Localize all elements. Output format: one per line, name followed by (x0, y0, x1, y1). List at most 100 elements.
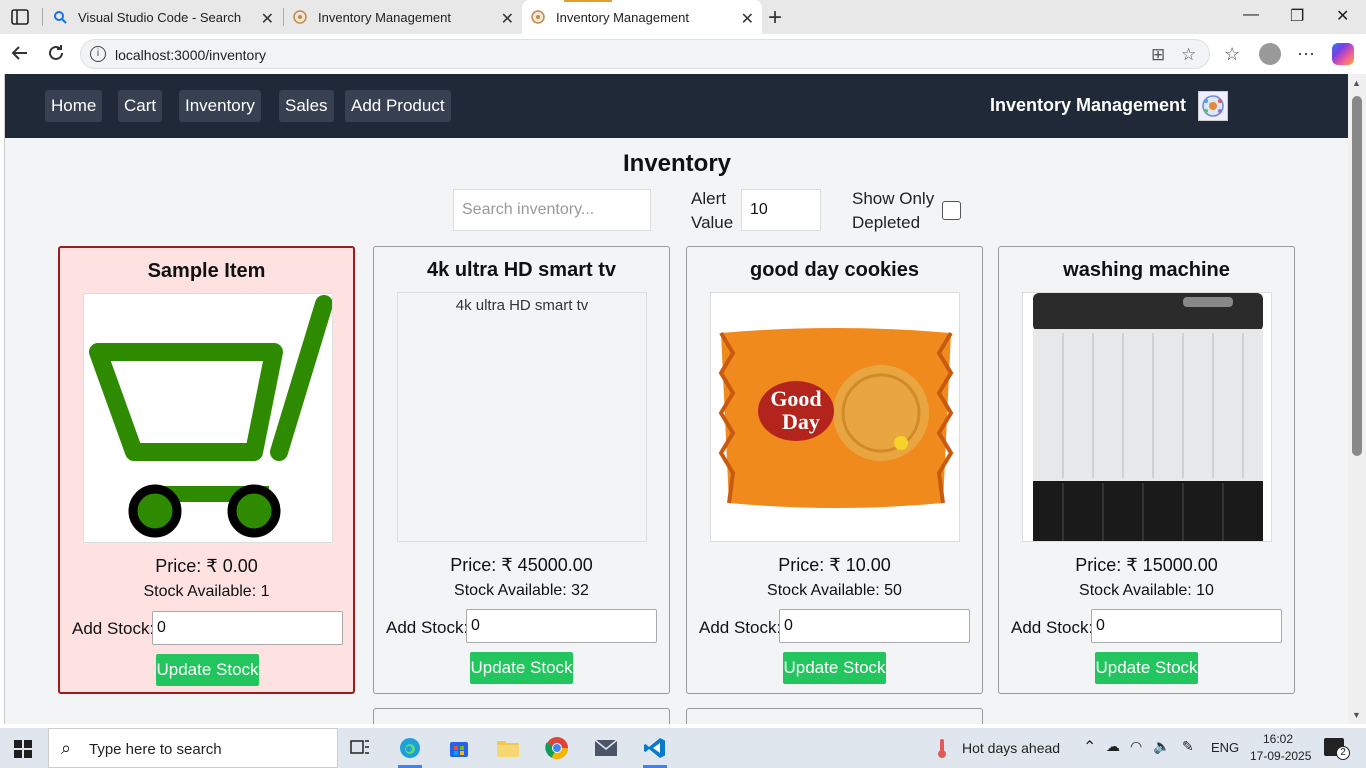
network-icon[interactable]: ◠ (1130, 738, 1142, 755)
favorite-star-icon[interactable]: ☆ (1181, 45, 1196, 65)
close-tab-icon[interactable]: ✕ (501, 9, 514, 29)
minimize-icon[interactable]: — (1243, 6, 1259, 24)
page-title: Inventory (622, 150, 732, 177)
pen-icon[interactable]: ✎ (1182, 738, 1194, 755)
app-navbar: Home Cart Inventory Sales Add Product In… (5, 74, 1348, 138)
close-tab-icon[interactable]: ✕ (741, 9, 754, 29)
update-stock-button[interactable]: Update Stock (156, 654, 259, 686)
search-icon: ⌕ (61, 738, 72, 758)
tab-title: Inventory Management (556, 9, 689, 25)
biscuit-pack-image: Good Day (718, 328, 954, 508)
edge-browser-icon[interactable] (396, 734, 424, 768)
site-info-icon[interactable]: i (90, 46, 106, 62)
store-icon[interactable] (445, 734, 473, 762)
nav-sales[interactable]: Sales (279, 90, 334, 122)
product-image (83, 293, 333, 543)
product-card: 4k ultra HD smart tv 4k ultra HD smart t… (373, 246, 670, 694)
tab-title: Visual Studio Code - Search (78, 9, 242, 25)
nav-add-product[interactable]: Add Product (345, 90, 451, 122)
scroll-down-icon[interactable]: ▼ (1352, 710, 1361, 720)
chevron-up-icon[interactable]: ⌃ (1083, 737, 1096, 757)
favorites-icon[interactable]: ☆ (1224, 44, 1240, 65)
tab-vscode-search[interactable]: Visual Studio Code - Search ✕ (44, 0, 282, 34)
refresh-icon[interactable] (46, 43, 66, 69)
restore-icon[interactable]: ❐ (1290, 6, 1304, 26)
file-explorer-icon[interactable] (494, 734, 522, 762)
add-stock-input[interactable]: 0 (152, 611, 343, 645)
product-name: Sample Item (147, 260, 266, 282)
product-name: good day cookies (750, 259, 919, 281)
add-stock-label: Add Stock: (72, 619, 155, 638)
product-image: Good Day (710, 292, 960, 542)
tab-actions-icon[interactable] (10, 7, 30, 27)
scroll-thumb[interactable] (1352, 96, 1362, 456)
page-viewport: Home Cart Inventory Sales Add Product In… (4, 74, 1348, 724)
tab-separator (42, 8, 43, 26)
brand-title: Inventory Management (990, 95, 1187, 115)
notification-count: 2 (1336, 746, 1350, 760)
product-price: Price: ₹ 10.00 (778, 555, 891, 575)
product-card: washing machine Price: ₹ 15000.00 Stock … (998, 246, 1295, 694)
onedrive-icon[interactable]: ☁ (1106, 738, 1120, 755)
tab-media-indicator (564, 0, 612, 2)
tab-inventory-1[interactable]: Inventory Management ✕ (284, 0, 522, 34)
url-field[interactable]: i localhost:3000/inventory ⊞ ☆ (80, 39, 1210, 69)
clock-time[interactable]: 16:02 (1263, 732, 1293, 746)
product-stock: Stock Available: 10 (1079, 582, 1214, 599)
add-stock-input[interactable]: 0 (466, 609, 657, 643)
mail-icon[interactable] (592, 734, 620, 762)
product-image (1022, 292, 1272, 542)
nav-inventory[interactable]: Inventory (179, 90, 261, 122)
add-stock-input[interactable]: 0 (1091, 609, 1282, 643)
tab-title: Inventory Management (318, 9, 451, 25)
weather-icon[interactable] (928, 734, 956, 762)
chrome-icon[interactable] (543, 734, 571, 762)
product-card: good day cookies Good Day Price: ₹ 10.00… (686, 246, 983, 694)
clock-date[interactable]: 17-09-2025 (1250, 749, 1311, 763)
svg-text:Good: Good (770, 386, 821, 411)
add-stock-label: Add Stock: (1011, 618, 1094, 637)
taskbar-search[interactable]: ⌕ Type here to search (48, 728, 338, 768)
update-stock-button[interactable]: Update Stock (470, 652, 573, 684)
page-scrollbar[interactable]: ▲ ▼ (1348, 74, 1366, 724)
alert-value-input[interactable]: 10 (741, 189, 821, 231)
url-text: localhost:3000/inventory (115, 47, 266, 63)
vscode-icon[interactable] (641, 734, 669, 768)
app-logo-icon (292, 9, 308, 25)
address-bar-row: i localhost:3000/inventory ⊞ ☆ ☆ ⋯ (0, 34, 1366, 74)
image-alt-text: 4k ultra HD smart tv (455, 297, 589, 314)
product-stock: Stock Available: 32 (454, 582, 589, 599)
back-arrow-icon[interactable] (10, 43, 30, 69)
more-menu-icon[interactable]: ⋯ (1297, 44, 1315, 65)
update-stock-button[interactable]: Update Stock (783, 652, 886, 684)
taskbar-search-text: Type here to search (89, 741, 222, 758)
weather-text[interactable]: Hot days ahead (962, 740, 1060, 756)
product-stock: Stock Available: 50 (767, 582, 902, 599)
show-depleted-checkbox[interactable] (942, 201, 961, 220)
alert-value-label: Alert Value (691, 189, 734, 232)
product-price: Price: ₹ 45000.00 (450, 555, 593, 575)
app-logo-icon (530, 9, 546, 25)
cart-icon (89, 295, 332, 538)
profile-avatar[interactable] (1259, 43, 1281, 65)
search-input[interactable]: Search inventory... (453, 189, 651, 231)
windows-start-icon[interactable] (14, 740, 32, 758)
task-view-icon[interactable] (346, 734, 374, 762)
close-window-icon[interactable]: ✕ (1336, 6, 1349, 26)
app-available-icon[interactable]: ⊞ (1151, 45, 1165, 65)
close-tab-icon[interactable]: ✕ (261, 9, 274, 29)
scroll-up-icon[interactable]: ▲ (1352, 78, 1361, 88)
add-stock-label: Add Stock: (699, 618, 782, 637)
volume-muted-icon[interactable]: 🔈 (1153, 738, 1170, 755)
tab-inventory-active[interactable]: Inventory Management ✕ (522, 0, 762, 34)
product-card-partial (373, 708, 670, 724)
copilot-icon[interactable] (1332, 43, 1354, 65)
update-stock-button[interactable]: Update Stock (1095, 652, 1198, 684)
add-stock-input[interactable]: 0 (779, 609, 970, 643)
washing-machine-image (1033, 293, 1263, 541)
language-indicator[interactable]: ENG (1211, 740, 1239, 755)
nav-home[interactable]: Home (45, 90, 103, 122)
nav-cart[interactable]: Cart (118, 90, 163, 122)
windows-taskbar: ⌕ Type here to search Hot days ahead ⌃ ☁… (0, 728, 1366, 768)
new-tab-icon[interactable]: + (768, 4, 782, 32)
